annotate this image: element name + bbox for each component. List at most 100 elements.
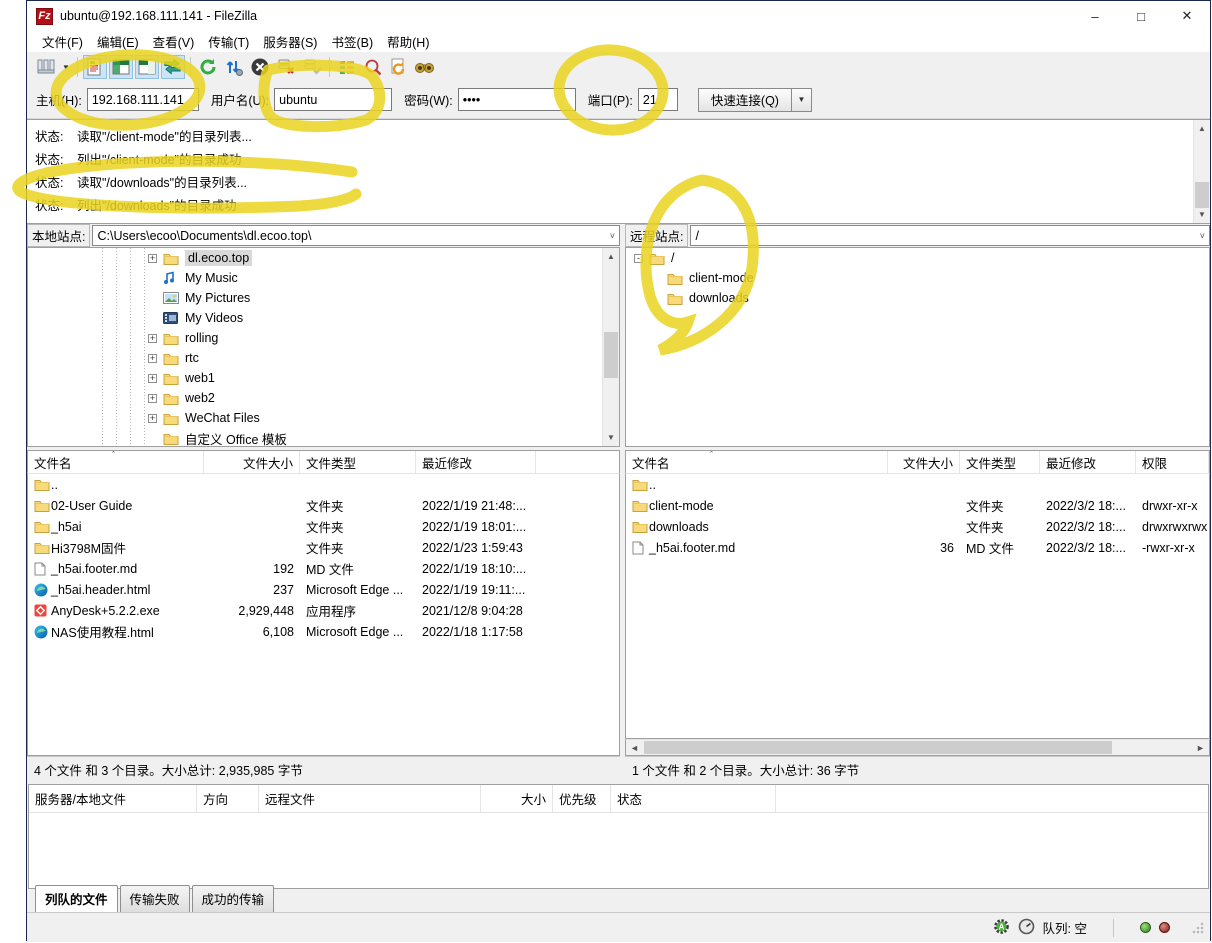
queue-column-header-2[interactable]: 方向 bbox=[197, 785, 259, 812]
queue-column-header-4[interactable]: 大小 bbox=[481, 785, 553, 812]
synchronized-browsing-icon[interactable] bbox=[387, 55, 411, 79]
local-tree-item[interactable]: My Pictures bbox=[28, 288, 619, 308]
menu-item-7[interactable]: 帮助(H) bbox=[380, 30, 436, 53]
find-files-icon[interactable] bbox=[413, 55, 437, 79]
file-name[interactable]: 02-User Guide bbox=[51, 499, 132, 513]
column-header-1[interactable]: 文件名 bbox=[626, 451, 888, 473]
local-tree-item[interactable]: + web1 bbox=[28, 368, 619, 388]
menu-item-5[interactable]: 服务器(S) bbox=[256, 30, 324, 53]
local-tree-item[interactable]: + web2 bbox=[28, 388, 619, 408]
tree-item-label[interactable]: / bbox=[671, 251, 674, 265]
file-name[interactable]: AnyDesk+5.2.2.exe bbox=[51, 604, 160, 618]
file-row[interactable]: 02-User Guide文件夹2022/1/19 21:48:... bbox=[28, 495, 619, 516]
site-manager-icon[interactable] bbox=[34, 55, 58, 79]
site-manager-dropdown-icon[interactable]: ▼ bbox=[59, 55, 73, 79]
file-row[interactable]: client-mode文件夹2022/3/2 18:...drwxr-xr-x bbox=[626, 495, 1209, 516]
file-name[interactable]: downloads bbox=[649, 520, 709, 534]
tree-item-label[interactable]: WeChat Files bbox=[185, 411, 260, 425]
tree-expander-icon[interactable]: + bbox=[148, 254, 157, 263]
tree-item-label[interactable]: web2 bbox=[185, 391, 215, 405]
disconnect-icon[interactable] bbox=[274, 55, 298, 79]
local-tree-item[interactable]: My Videos bbox=[28, 308, 619, 328]
file-name[interactable]: _h5ai.header.html bbox=[51, 583, 150, 597]
file-name[interactable]: Hi3798M固件 bbox=[51, 538, 126, 557]
process-queue-icon[interactable] bbox=[222, 55, 246, 79]
local-tree-item[interactable]: +dl.ecoo.top bbox=[28, 248, 619, 268]
tree-item-label[interactable]: 自定义 Office 模板 bbox=[185, 429, 287, 448]
scroll-up-icon[interactable]: ▲ bbox=[1194, 120, 1210, 137]
tree-expander-icon[interactable]: + bbox=[148, 414, 157, 423]
tree-item-label[interactable]: rolling bbox=[185, 331, 218, 345]
tab-failed-transfers[interactable]: 传输失败 bbox=[120, 885, 190, 912]
toggle-local-tree-icon[interactable] bbox=[109, 55, 133, 79]
quickconnect-dropdown[interactable]: ▼ bbox=[792, 88, 812, 112]
column-header-3[interactable]: 文件类型 bbox=[300, 451, 416, 473]
tree-expander-icon[interactable]: + bbox=[148, 374, 157, 383]
toggle-transfer-queue-icon[interactable] bbox=[161, 55, 185, 79]
file-row[interactable]: _h5ai.header.html237Microsoft Edge ...20… bbox=[28, 579, 619, 600]
queue-column-header-6[interactable]: 状态 bbox=[611, 785, 776, 812]
remote-site-combo[interactable]: / ˅ bbox=[690, 225, 1210, 246]
chevron-down-icon[interactable]: ˅ bbox=[610, 231, 615, 241]
tree-expander-icon[interactable]: - bbox=[634, 254, 643, 263]
scroll-right-icon[interactable]: ► bbox=[1192, 743, 1209, 753]
host-input[interactable] bbox=[87, 88, 199, 111]
local-site-combo[interactable]: C:\Users\ecoo\Documents\dl.ecoo.top\ ˅ bbox=[92, 225, 620, 246]
column-header-4[interactable]: 最近修改 bbox=[1040, 451, 1136, 473]
close-button[interactable]: ✕ bbox=[1164, 1, 1210, 31]
local-tree-item[interactable]: 自定义 Office 模板 bbox=[28, 428, 619, 447]
tree-item-label[interactable]: My Videos bbox=[185, 311, 243, 325]
tree-expander-icon[interactable]: + bbox=[148, 394, 157, 403]
file-row[interactable]: .. bbox=[626, 474, 1209, 495]
quickconnect-button[interactable]: 快速连接(Q) bbox=[698, 88, 792, 112]
column-header-2[interactable]: 文件大小 bbox=[204, 451, 300, 473]
transfer-mode-gear-icon[interactable]: A bbox=[993, 918, 1010, 938]
local-tree-item[interactable]: +rolling bbox=[28, 328, 619, 348]
remote-tree-item[interactable]: -/ bbox=[626, 248, 1209, 268]
file-row[interactable]: _h5ai.footer.md192MD 文件2022/1/19 18:10:.… bbox=[28, 558, 619, 579]
local-tree-item[interactable]: My Music bbox=[28, 268, 619, 288]
column-header-4[interactable]: 最近修改 bbox=[416, 451, 536, 473]
tree-item-label[interactable]: downloads bbox=[689, 291, 749, 305]
tab-queued-files[interactable]: 列队的文件 bbox=[35, 885, 118, 912]
column-header-1[interactable]: 文件名 bbox=[28, 451, 204, 473]
queue-column-header-3[interactable]: 远程文件 bbox=[259, 785, 481, 812]
toggle-remote-tree-icon[interactable] bbox=[135, 55, 159, 79]
file-row[interactable]: _h5ai.footer.md36MD 文件2022/3/2 18:...-rw… bbox=[626, 537, 1209, 558]
log-scroll-thumb[interactable] bbox=[1195, 182, 1209, 208]
remote-scroll-thumb[interactable] bbox=[644, 741, 1112, 754]
tab-successful-transfers[interactable]: 成功的传输 bbox=[192, 885, 275, 912]
maximize-button[interactable]: □ bbox=[1118, 1, 1164, 31]
refresh-icon[interactable] bbox=[196, 55, 220, 79]
menu-item-3[interactable]: 查看(V) bbox=[146, 30, 202, 53]
toggle-log-view-icon[interactable] bbox=[83, 55, 107, 79]
remote-tree-item[interactable]: client-mode bbox=[626, 268, 1209, 288]
column-header-2[interactable]: 文件大小 bbox=[888, 451, 960, 473]
local-tree-scroll-thumb[interactable] bbox=[604, 332, 618, 378]
remote-tree-item[interactable]: downloads bbox=[626, 288, 1209, 308]
queue-column-header-5[interactable]: 优先级 bbox=[553, 785, 611, 812]
queue-column-header-1[interactable]: 服务器/本地文件 bbox=[29, 785, 197, 812]
chevron-down-icon[interactable]: ˅ bbox=[1200, 231, 1205, 241]
compare-directories-icon[interactable] bbox=[361, 55, 385, 79]
tree-item-label[interactable]: web1 bbox=[185, 371, 215, 385]
tree-item-label[interactable]: rtc bbox=[185, 351, 199, 365]
file-name[interactable]: client-mode bbox=[649, 499, 714, 513]
file-row[interactable]: _h5ai文件夹2022/1/19 18:01:... bbox=[28, 516, 619, 537]
local-tree-item[interactable]: + WeChat Files bbox=[28, 408, 619, 428]
filter-icon[interactable] bbox=[335, 55, 359, 79]
file-row[interactable]: .. bbox=[28, 474, 619, 495]
tree-item-label[interactable]: client-mode bbox=[689, 271, 754, 285]
scroll-down-icon[interactable]: ▼ bbox=[603, 429, 619, 446]
local-tree-scrollbar[interactable]: ▲ ▼ bbox=[602, 248, 619, 446]
password-input[interactable] bbox=[458, 88, 576, 111]
menu-item-1[interactable]: 文件(F) bbox=[35, 30, 90, 53]
menu-item-4[interactable]: 传输(T) bbox=[201, 30, 256, 53]
menu-item-6[interactable]: 书签(B) bbox=[324, 30, 380, 53]
file-name[interactable]: _h5ai.footer.md bbox=[649, 541, 735, 555]
log-scrollbar[interactable]: ▲ ▼ bbox=[1193, 120, 1210, 223]
column-header-3[interactable]: 文件类型 bbox=[960, 451, 1040, 473]
file-row[interactable]: downloads文件夹2022/3/2 18:...drwxrwxrwx bbox=[626, 516, 1209, 537]
file-name[interactable]: .. bbox=[51, 478, 58, 492]
local-tree-item[interactable]: +rtc bbox=[28, 348, 619, 368]
